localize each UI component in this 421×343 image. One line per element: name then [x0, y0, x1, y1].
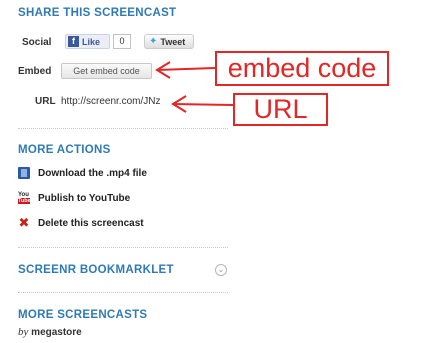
url-callout: URL	[233, 93, 328, 126]
embed-code-callout: embed code	[215, 51, 389, 86]
